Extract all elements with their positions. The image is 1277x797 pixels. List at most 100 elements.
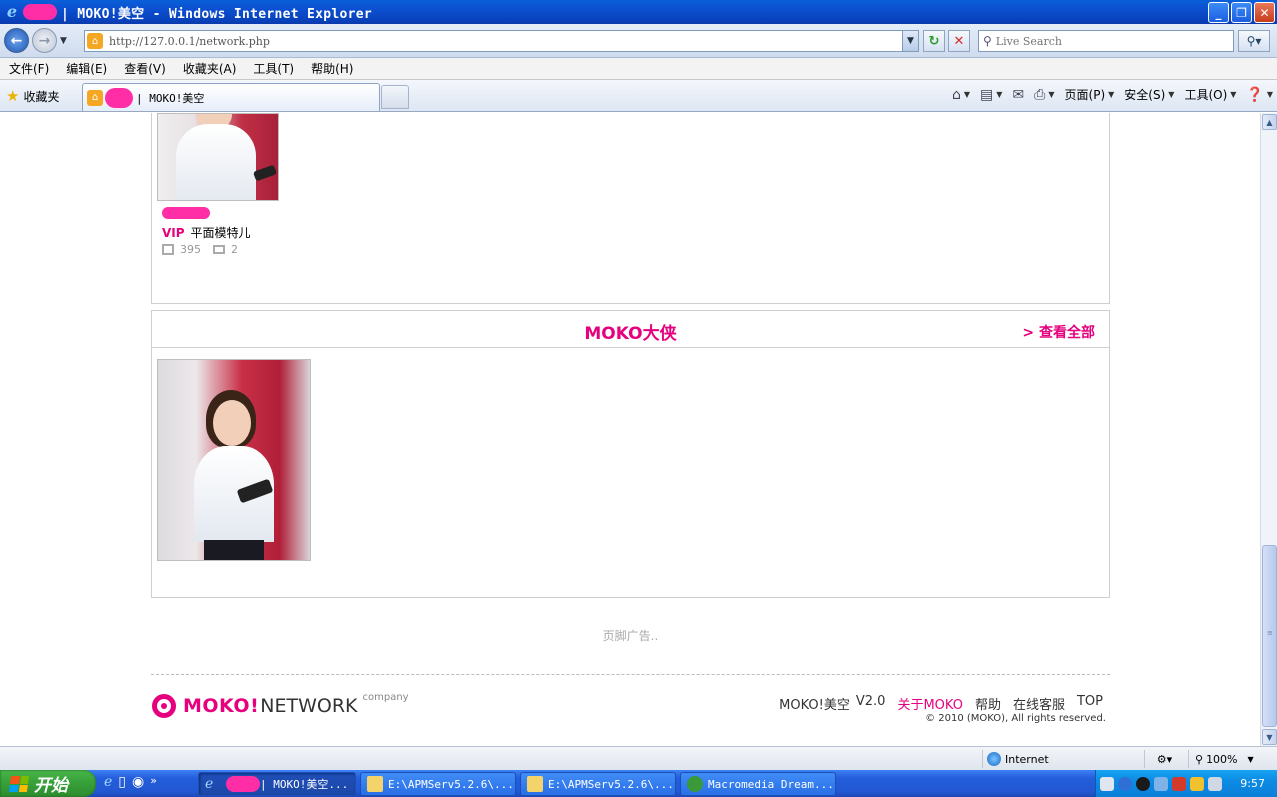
quicklaunch-more-icon[interactable]: » xyxy=(150,774,157,790)
footer-link-help[interactable]: 帮助 xyxy=(975,694,1001,713)
vip-badge: VIP xyxy=(162,225,185,240)
safety-dropdown-icon[interactable]: ▼ xyxy=(1168,90,1174,99)
footer-links: MOKO!美空 V2.0 关于MOKO 帮助 在线客服 TOP xyxy=(779,694,1103,713)
help-icon[interactable]: ❓ xyxy=(1246,87,1263,103)
search-input[interactable] xyxy=(995,34,1216,48)
refresh-button[interactable]: ↻ xyxy=(923,30,945,52)
shield-icon[interactable] xyxy=(1172,776,1186,791)
history-dropdown-icon[interactable]: ▼ xyxy=(60,36,67,46)
folder-icon xyxy=(367,776,383,792)
moko-ring-icon xyxy=(152,694,176,718)
redacted-label xyxy=(226,776,260,792)
network-icon[interactable] xyxy=(1154,776,1168,791)
photo-count-icon xyxy=(162,244,174,255)
qq-icon[interactable] xyxy=(1136,776,1150,791)
user-photo[interactable] xyxy=(157,113,279,201)
copyright: © 2010 (MOKO), All rights reserved. xyxy=(925,713,1106,724)
tools-menu[interactable]: 工具(O) xyxy=(1184,86,1227,103)
footer-link-moko[interactable]: MOKO!美空 xyxy=(779,694,850,713)
featured-photo[interactable] xyxy=(157,359,311,561)
tab-favicon-icon: ⌂ xyxy=(87,89,103,106)
tools-dropdown-icon[interactable]: ▼ xyxy=(1230,90,1236,99)
moko-logo[interactable]: MOKO! NETWORK company xyxy=(152,692,409,718)
footer-link-about[interactable]: 关于MOKO xyxy=(897,694,963,713)
window-titlebar: e | MOKO!美空 - Windows Internet Explorer … xyxy=(0,0,1277,24)
logo-moko: MOKO! xyxy=(183,695,260,717)
zone-label: Internet xyxy=(1005,752,1049,766)
menu-tools[interactable]: 工具(T) xyxy=(253,60,294,77)
scroll-thumb[interactable]: ≡ xyxy=(1262,545,1277,727)
menu-view[interactable]: 查看(V) xyxy=(124,60,166,77)
scroll-up-icon[interactable]: ▲ xyxy=(1262,114,1277,130)
maximize-button[interactable]: ❐ xyxy=(1231,2,1252,23)
search-box[interactable]: ⚲ xyxy=(978,30,1234,52)
footer-version: V2.0 xyxy=(855,694,886,709)
forward-button[interactable]: → xyxy=(32,28,57,53)
task-folder-1[interactable]: E:\APMServ5.2.6\... xyxy=(360,772,516,796)
favorites-label: 收藏夹 xyxy=(23,89,60,104)
status-bar: Internet ⚙▾ ⚲ 100% ▼ xyxy=(0,746,1277,770)
zoom-control[interactable]: ⚲ 100% ▼ xyxy=(1188,750,1260,768)
help-dropdown-icon[interactable]: ▼ xyxy=(1267,90,1273,99)
redacted-label xyxy=(105,87,133,108)
browser-tab[interactable]: ⌂ | MOKO!美空 xyxy=(82,83,380,111)
address-url[interactable]: http://127.0.0.1/network.php xyxy=(109,35,270,48)
new-tab-button[interactable] xyxy=(381,85,409,109)
menu-edit[interactable]: 编辑(E) xyxy=(66,60,107,77)
volume-icon[interactable] xyxy=(1208,776,1222,791)
favorites-button[interactable]: ★ 收藏夹 xyxy=(6,87,59,105)
menu-help[interactable]: 帮助(H) xyxy=(311,60,353,77)
task-folder-2-label: E:\APMServ5.2.6\... xyxy=(548,777,674,791)
start-label: 开始 xyxy=(34,776,68,796)
footer-ad: 页脚广告.. xyxy=(602,629,659,643)
feeds-dropdown-icon[interactable]: ▼ xyxy=(996,90,1002,99)
home-dropdown-icon[interactable]: ▼ xyxy=(964,90,970,99)
user-info: VIP 平面模特儿 395 2 xyxy=(162,207,251,256)
command-bar: ⌂ ▼ ▤ ▼ ✉ ⎙ ▼ 页面(P) ▼ 安全(S) ▼ 工具(O) ▼ ❓ ▼ xyxy=(952,86,1273,103)
back-button[interactable]: ← xyxy=(4,28,29,53)
dreamweaver-icon xyxy=(687,776,703,792)
close-button[interactable]: ✕ xyxy=(1254,2,1275,23)
task-folder-2[interactable]: E:\APMServ5.2.6\... xyxy=(520,772,676,796)
start-button[interactable]: 开始 xyxy=(0,770,96,797)
menu-favorites[interactable]: 收藏夹(A) xyxy=(183,60,237,77)
user-panel xyxy=(151,113,1110,304)
protected-mode[interactable]: ⚙▾ xyxy=(1144,750,1184,768)
feeds-icon[interactable]: ▤ xyxy=(980,87,993,103)
ie-logo-icon: e xyxy=(6,2,18,21)
print-icon[interactable]: ⎙ xyxy=(1034,87,1045,103)
app-quicklaunch-icon[interactable]: ◉ xyxy=(132,774,144,790)
page-dropdown-icon[interactable]: ▼ xyxy=(1108,90,1114,99)
keyboard-icon[interactable] xyxy=(1100,776,1114,791)
minimize-button[interactable]: _ xyxy=(1208,2,1229,23)
print-dropdown-icon[interactable]: ▼ xyxy=(1048,90,1054,99)
view-all-link[interactable]: > 查看全部 xyxy=(1022,322,1095,342)
scroll-down-icon[interactable]: ▼ xyxy=(1262,729,1277,745)
vertical-scrollbar[interactable]: ▲ ≡ ▼ xyxy=(1260,113,1277,746)
footer-link-top[interactable]: TOP xyxy=(1077,694,1103,713)
photo-count: 395 xyxy=(180,243,201,256)
logo-company: company xyxy=(362,692,409,703)
menu-bar: 文件(F) 编辑(E) 查看(V) 收藏夹(A) 工具(T) 帮助(H) xyxy=(0,58,1277,80)
arrow-tray-icon[interactable] xyxy=(1118,776,1132,791)
footer-link-support[interactable]: 在线客服 xyxy=(1013,694,1065,713)
ie-quicklaunch-icon[interactable]: e xyxy=(104,774,112,790)
page-menu[interactable]: 页面(P) xyxy=(1065,86,1106,103)
address-bar[interactable]: ⌂ http://127.0.0.1/network.php ▼ xyxy=(84,30,919,52)
desktop-quicklaunch-icon[interactable]: ▯ xyxy=(118,774,126,790)
warning-icon[interactable] xyxy=(1190,776,1204,791)
task-ie-label: | MOKO!美空... xyxy=(260,778,349,791)
search-button[interactable]: ⚲▾ xyxy=(1238,30,1270,52)
redacted-username[interactable] xyxy=(162,207,210,219)
menu-file[interactable]: 文件(F) xyxy=(9,60,49,77)
user-type: 平面模特儿 xyxy=(190,226,251,240)
protected-mode-icon: ⚙▾ xyxy=(1156,752,1173,766)
window-controls: _ ❐ ✕ xyxy=(1208,2,1275,23)
task-ie[interactable]: e | MOKO!美空... xyxy=(198,772,356,796)
stop-button[interactable]: ✕ xyxy=(948,30,970,52)
home-icon[interactable]: ⌂ xyxy=(952,87,961,103)
address-dropdown-icon[interactable]: ▼ xyxy=(902,31,918,51)
mail-icon[interactable]: ✉ xyxy=(1012,87,1024,103)
task-dreamweaver[interactable]: Macromedia Dream... xyxy=(680,772,836,796)
safety-menu[interactable]: 安全(S) xyxy=(1124,86,1165,103)
